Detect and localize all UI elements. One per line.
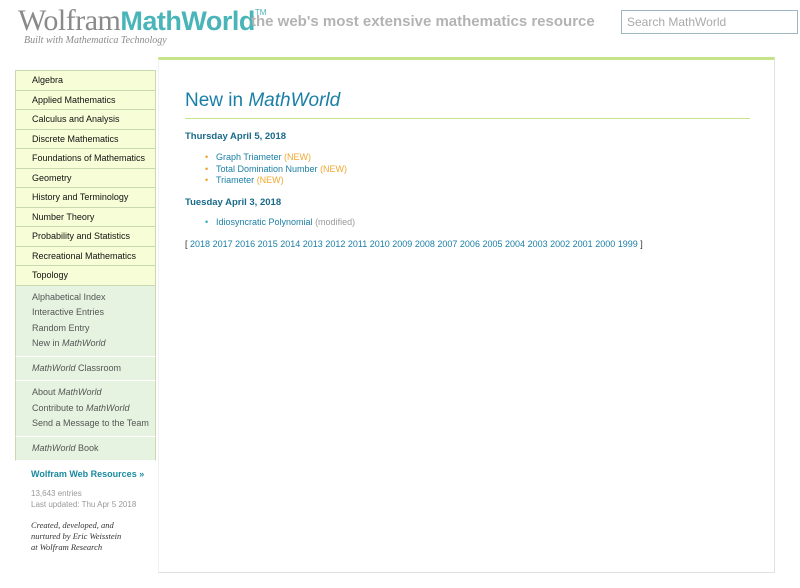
book-rest: Book [75, 442, 99, 453]
bracket-close: ] [640, 239, 643, 249]
list-item: • Triameter (NEW) [205, 175, 347, 187]
about-italic: MathWorld [58, 387, 102, 397]
entry-list: • Graph Triameter (NEW) • Total Domination… [205, 152, 347, 187]
bullet-icon: • [205, 152, 209, 162]
credit-line: nurtured by Eric Weisstein [31, 531, 122, 541]
search-input[interactable] [621, 10, 798, 34]
wolfram-web-resources-link[interactable]: Wolfram Web Resources » [31, 469, 156, 479]
bracket-open: [ [185, 239, 188, 249]
year-link[interactable]: 2012 [325, 239, 345, 249]
entry-link[interactable]: Triameter [216, 175, 254, 185]
topic-list: Algebra Applied Mathematics Calculus and… [15, 70, 156, 286]
sidebar-item-calculus-and-analysis[interactable]: Calculus and Analysis [16, 110, 155, 130]
about-prefix: About [32, 387, 59, 397]
year-link[interactable]: 2008 [415, 239, 435, 249]
entry-link[interactable]: Idiosyncratic Polynomial [216, 217, 313, 227]
sidebar-item-probability-and-statistics[interactable]: Probability and Statistics [16, 227, 155, 247]
about-mathworld-link[interactable]: About MathWorld [32, 385, 155, 401]
sidebar: Algebra Applied Mathematics Calculus and… [15, 70, 156, 553]
wolfram-mathworld-logo[interactable]: WolframMathWorldTM [18, 4, 266, 38]
year-link[interactable]: 2014 [280, 239, 300, 249]
browse-group: Alphabetical Index Interactive Entries R… [15, 285, 156, 357]
new-tag: (NEW) [320, 163, 348, 174]
credit-line: at Wolfram Research [31, 542, 103, 552]
page-title: New in MathWorld [185, 90, 340, 112]
new-tag: (NEW) [284, 152, 312, 162]
alphabetical-index-link[interactable]: Alphabetical Index [32, 290, 155, 306]
year-link[interactable]: 2015 [258, 239, 278, 249]
sidebar-item-geometry[interactable]: Geometry [16, 168, 155, 188]
year-link[interactable]: 2005 [482, 239, 502, 249]
title-divider [185, 118, 750, 119]
list-item: • Total Domination Number (NEW) [205, 164, 347, 176]
main-content: New in MathWorld Thursday April 5, 2018 … [158, 57, 775, 573]
classroom-italic: MathWorld [32, 362, 76, 373]
year-link[interactable]: 2000 [595, 239, 615, 249]
sidebar-item-foundations-of-mathematics[interactable]: Foundations of Mathematics [16, 149, 155, 169]
list-item: • Graph Triameter (NEW) [205, 152, 347, 164]
year-archive-nav: [ 2018 2017 2016 2015 2014 2013 2012 201… [185, 239, 643, 249]
entry-link[interactable]: Graph Triameter [216, 152, 282, 162]
date-heading: Tuesday April 3, 2018 [185, 197, 282, 208]
sidebar-item-number-theory[interactable]: Number Theory [16, 207, 155, 227]
list-item: • Idiosyncratic Polynomial (modified) [205, 217, 355, 229]
contribute-link[interactable]: Contribute to MathWorld [32, 401, 155, 417]
sidebar-item-discrete-mathematics[interactable]: Discrete Mathematics [16, 129, 155, 149]
sidebar-item-applied-mathematics[interactable]: Applied Mathematics [16, 90, 155, 110]
logo-subtitle: Built with Mathematica Technology [24, 35, 167, 46]
random-entry-link[interactable]: Random Entry [32, 321, 155, 337]
year-link[interactable]: 2002 [550, 239, 570, 249]
modified-tag: (modified) [315, 217, 356, 227]
sidebar-item-recreational-mathematics[interactable]: Recreational Mathematics [16, 246, 155, 266]
year-link[interactable]: 2007 [437, 239, 457, 249]
contribute-italic: MathWorld [86, 402, 130, 413]
year-link[interactable]: 2006 [460, 239, 480, 249]
new-tag: (NEW) [256, 175, 284, 185]
sidebar-item-algebra[interactable]: Algebra [16, 71, 155, 91]
interactive-entries-link[interactable]: Interactive Entries [32, 305, 155, 321]
site-tagline: the web's most extensive mathematics res… [251, 13, 595, 30]
year-link[interactable]: 2003 [528, 239, 548, 249]
date-heading: Thursday April 5, 2018 [185, 131, 287, 142]
year-link[interactable]: 2004 [505, 239, 525, 249]
logo-mathworld-text: MathWorld [120, 6, 255, 36]
year-link[interactable]: 2011 [348, 239, 367, 249]
year-link[interactable]: 2016 [235, 239, 255, 249]
page-title-prefix: New in [185, 90, 249, 111]
logo-wolfram-text: Wolfram [18, 4, 121, 37]
new-in-mathworld-italic: MathWorld [62, 338, 106, 348]
mathworld-book-link[interactable]: MathWorld Book [32, 441, 155, 457]
bullet-icon: • [205, 217, 209, 227]
sidebar-item-topology[interactable]: Topology [16, 266, 155, 286]
year-link[interactable]: 1999 [618, 239, 638, 249]
credit-text: Created, developed, and nurtured by Eric… [31, 520, 156, 553]
classroom-rest: Classroom [75, 362, 122, 373]
year-link[interactable]: 2009 [392, 239, 412, 249]
bullet-icon: • [205, 175, 209, 185]
new-in-prefix: New in [32, 338, 63, 348]
year-link[interactable]: 2013 [303, 239, 323, 249]
contribute-prefix: Contribute to [32, 402, 87, 413]
credit-line: Created, developed, and [31, 520, 114, 530]
page-title-italic: MathWorld [248, 90, 341, 111]
year-link[interactable]: 2001 [573, 239, 593, 249]
book-group: MathWorld Book [15, 436, 156, 461]
bullet-icon: • [205, 163, 209, 174]
send-message-link[interactable]: Send a Message to the Team [32, 416, 155, 432]
classroom-group: MathWorld Classroom [15, 356, 156, 381]
sidebar-item-history-and-terminology[interactable]: History and Terminology [16, 188, 155, 208]
entry-link[interactable]: Total Domination Number [216, 164, 318, 174]
book-italic: MathWorld [32, 442, 76, 453]
entries-count: 13,643 entries [31, 489, 82, 498]
mathworld-classroom-link[interactable]: MathWorld Classroom [32, 361, 155, 377]
new-in-mathworld-link[interactable]: New in MathWorld [32, 336, 155, 352]
entry-list: • Idiosyncratic Polynomial (modified) [205, 217, 355, 229]
about-group: About MathWorld Contribute to MathWorld … [15, 381, 156, 437]
sidebar-footer: Wolfram Web Resources » 13,643 entries L… [15, 461, 156, 553]
year-link[interactable]: 2010 [370, 239, 390, 249]
year-link[interactable]: 2018 [190, 239, 210, 249]
last-updated: Last updated: Thu Apr 5 2018 [31, 499, 137, 509]
year-link[interactable]: 2017 [213, 239, 233, 249]
